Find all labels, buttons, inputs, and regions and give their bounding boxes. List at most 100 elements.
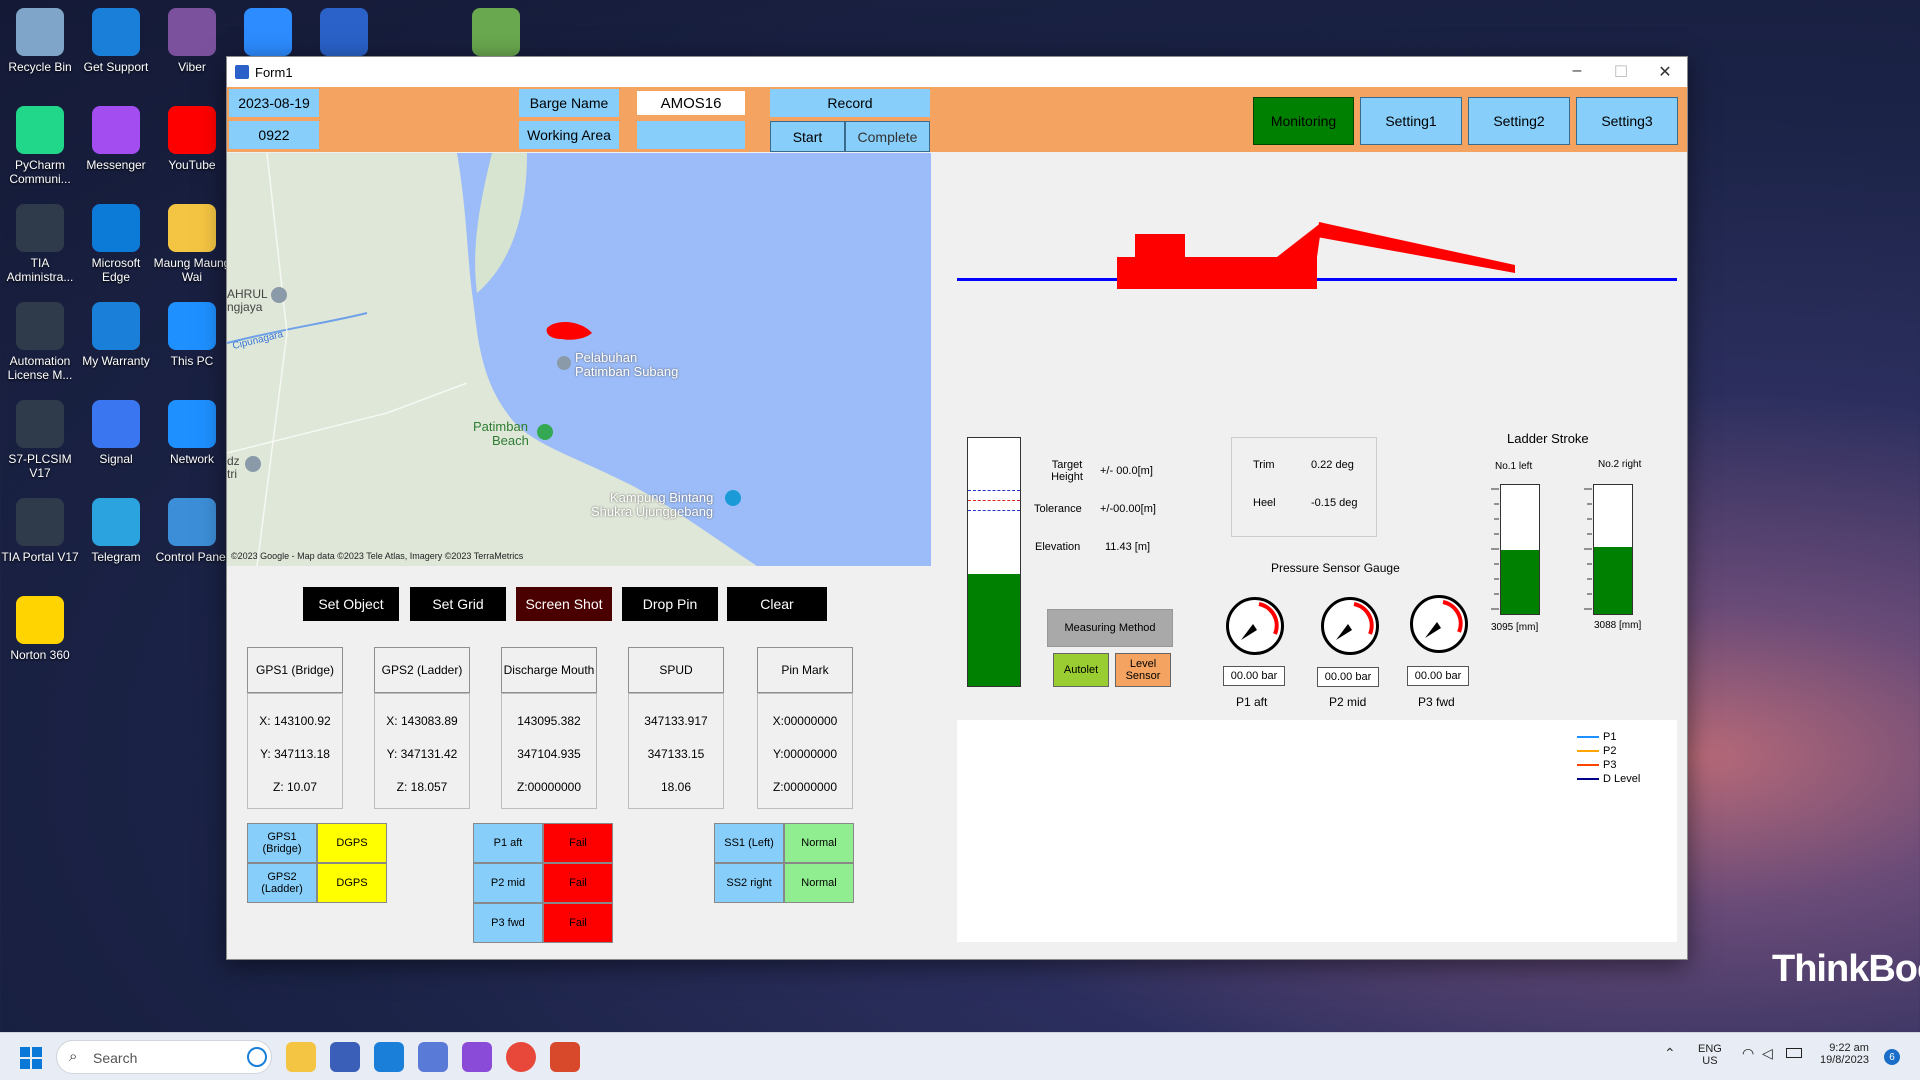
ss1-status-state: Normal: [784, 823, 854, 863]
clock[interactable]: 9:22 am 19/8/2023: [1820, 1042, 1869, 1066]
desktop-shortcut[interactable]: Norton 360: [0, 590, 80, 686]
map-view[interactable]: AHRUL ngjaya Cipunagara Pelabuhan Patimb…: [227, 153, 931, 566]
desktop-shortcut[interactable]: Get Support: [76, 2, 156, 98]
p2-gauge-dial: [1321, 597, 1379, 655]
map-label: Patimban Subang: [575, 364, 679, 379]
autolet-button[interactable]: Autolet: [1053, 653, 1109, 687]
edge-icon: [92, 204, 140, 252]
desktop-shortcut-label: Norton 360: [10, 648, 70, 662]
desktop-shortcut[interactable]: This PC: [152, 296, 232, 392]
desktop-shortcut-label: Viber: [178, 60, 206, 74]
map-label: dz: [227, 454, 240, 468]
p3-gauge-label: P3 fwd: [1418, 695, 1455, 709]
tab-setting3[interactable]: Setting3: [1576, 97, 1678, 145]
ladder-right-ticks: [1584, 488, 1592, 610]
road-line: [256, 153, 288, 566]
gps-panel-value: Y: 347113.18: [260, 747, 330, 761]
barge-hull: [1117, 257, 1317, 289]
complete-button[interactable]: Complete: [845, 121, 930, 152]
gps-panel-title: Pin Mark: [757, 647, 853, 693]
desktop-shortcut[interactable]: Recycle Bin: [0, 2, 80, 98]
ss2-status-state: Normal: [784, 863, 854, 903]
desktop-shortcut[interactable]: Microsoft Edge: [76, 198, 156, 294]
folder-icon: [168, 204, 216, 252]
working-area-value[interactable]: [637, 121, 745, 149]
wifi-icon[interactable]: ◠: [1742, 1045, 1754, 1062]
gps-panel-value: 347104.935: [517, 747, 581, 761]
gps-panel-value: Y:00000000: [772, 747, 838, 761]
drop-pin-button[interactable]: Drop Pin: [622, 587, 718, 621]
desktop-shortcut[interactable]: Maung Maung Wai: [152, 198, 232, 294]
tab-setting1[interactable]: Setting1: [1360, 97, 1462, 145]
telegram-icon: [92, 498, 140, 546]
gps-panel-value: X:00000000: [772, 714, 838, 728]
p1-status-name: P1 aft: [473, 823, 543, 863]
tab-monitoring[interactable]: Monitoring: [1253, 97, 1354, 145]
desktop-shortcut[interactable]: Messenger: [76, 100, 156, 196]
desktop-shortcut[interactable]: YouTube: [152, 100, 232, 196]
place-pin-icon-2: [245, 456, 261, 472]
network-icon: [168, 400, 216, 448]
start-button[interactable]: Start: [770, 121, 845, 152]
desktop-shortcut[interactable]: Control Panel: [152, 492, 232, 588]
pressure-level-chart[interactable]: P1 P2 P3 D Level: [957, 720, 1677, 942]
taskbar-search-box[interactable]: ⌕ Search: [56, 1040, 272, 1074]
set-grid-button[interactable]: Set Grid: [410, 587, 506, 621]
screen-shot-button[interactable]: Screen Shot: [516, 587, 612, 621]
minimize-button[interactable]: –: [1555, 62, 1599, 82]
desktop-shortcut[interactable]: My Warranty: [76, 296, 156, 392]
desktop-shortcut[interactable]: S7-PLCSIM V17: [0, 394, 80, 490]
ladder-left-fill: [1501, 549, 1539, 614]
desktop-shortcut-label: Recycle Bin: [8, 60, 72, 74]
start-windows-icon[interactable]: [20, 1047, 42, 1069]
gps-panel-value: 347133.15: [647, 747, 705, 761]
volume-icon[interactable]: ◁: [1762, 1045, 1773, 1062]
desktop-shortcut[interactable]: TIA Administra...: [0, 198, 80, 294]
visual-studio-icon[interactable]: [462, 1042, 492, 1072]
desktop-shortcut-label: YouTube: [168, 158, 216, 172]
map-attribution: ©2023 Google - Map data ©2023 Tele Atlas…: [231, 551, 524, 561]
maximize-button[interactable]: ☐: [1599, 62, 1643, 82]
trim-value: 0.22 deg: [1311, 459, 1354, 471]
gps-panel-value: Z: 18.057: [396, 780, 448, 794]
language-indicator[interactable]: ENG US: [1698, 1043, 1722, 1067]
desktop-shortcut[interactable]: Automation License M...: [0, 296, 80, 392]
close-button[interactable]: ✕: [1643, 62, 1687, 82]
clear-button[interactable]: Clear: [727, 587, 827, 621]
desktop-shortcut-label: PyCharm Communi...: [9, 158, 71, 186]
level-sensor-button[interactable]: Level Sensor: [1115, 653, 1171, 687]
ladder-right-bar: [1593, 484, 1633, 615]
ladder-right-value: 3088 [mm]: [1594, 620, 1642, 631]
tab-setting2[interactable]: Setting2: [1468, 97, 1570, 145]
form1-app-icon[interactable]: [550, 1042, 580, 1072]
automation-app-icon[interactable]: [418, 1042, 448, 1072]
trim-heel-panel: [1231, 437, 1377, 537]
bing-icon[interactable]: [247, 1047, 267, 1067]
desktop-shortcut[interactable]: TIA Portal V17: [0, 492, 80, 588]
upper-tolerance-line: [968, 490, 1020, 491]
map-label: Pelabuhan: [575, 350, 638, 365]
desktop-shortcut[interactable]: Telegram: [76, 492, 156, 588]
desktop-shortcut[interactable]: Signal: [76, 394, 156, 490]
notification-badge[interactable]: 6: [1884, 1049, 1900, 1065]
desktop-shortcut[interactable]: PyCharm Communi...: [0, 100, 80, 196]
date-field: 2023-08-19: [229, 89, 319, 117]
desktop-shortcut[interactable]: Network: [152, 394, 232, 490]
file-explorer-icon[interactable]: [286, 1042, 316, 1072]
gps-panel-value: Y: 347131.42: [386, 747, 458, 761]
lenovo-vantage-icon[interactable]: [374, 1042, 404, 1072]
barge-name-value[interactable]: AMOS16: [637, 91, 745, 115]
desktop-shortcut[interactable]: Viber: [152, 2, 232, 98]
desktop-shortcut-label: Get Support: [83, 60, 149, 74]
store-icon[interactable]: [330, 1042, 360, 1072]
pycharm-icon: [16, 106, 64, 154]
chart-legend: P1 P2 P3 D Level: [1577, 730, 1640, 786]
set-object-button[interactable]: Set Object: [303, 587, 399, 621]
legend-entry: P3: [1577, 758, 1640, 772]
battery-icon[interactable]: [1786, 1048, 1802, 1058]
chevron-up-icon[interactable]: ⌃: [1664, 1045, 1676, 1062]
p2-status-state: Fail: [543, 863, 613, 903]
title-bar[interactable]: Form1 – ☐ ✕: [227, 57, 1687, 87]
kampung-pin-icon: [725, 490, 741, 506]
chrome-icon[interactable]: [506, 1042, 536, 1072]
